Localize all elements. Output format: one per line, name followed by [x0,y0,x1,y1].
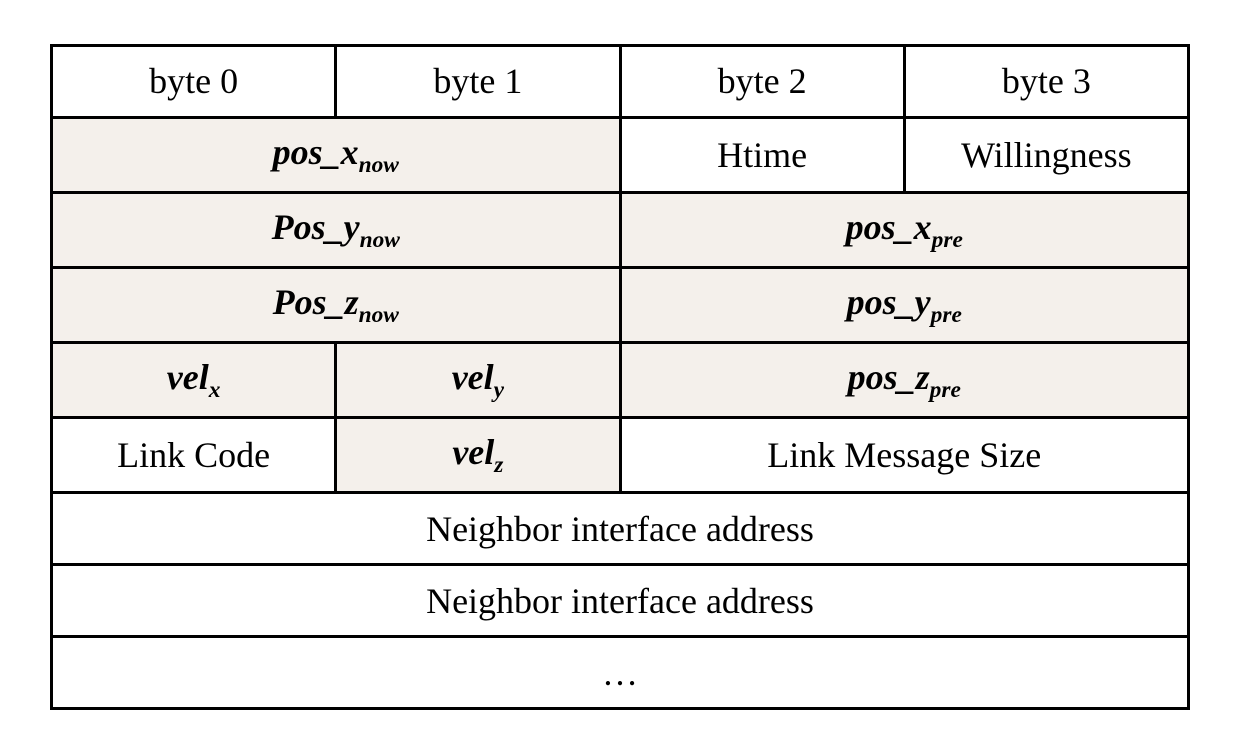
field-neighbor-address-1: Neighbor interface address [52,493,1189,565]
field-willingness: Willingness [904,117,1188,192]
row-2: Pos_ynow pos_xpre [52,192,1189,267]
field-ellipsis: … [52,637,1189,709]
header-row: byte 0 byte 1 byte 2 byte 3 [52,45,1189,117]
field-pos-z-pre: pos_zpre [620,343,1189,418]
field-pos-x-now: pos_xnow [52,117,621,192]
row-5: Link Code velz Link Message Size [52,418,1189,493]
row-1: pos_xnow Htime Willingness [52,117,1189,192]
field-vel-z: velz [336,418,620,493]
header-byte-2: byte 2 [620,45,904,117]
header-byte-3: byte 3 [904,45,1188,117]
field-pos-x-pre: pos_xpre [620,192,1189,267]
row-3: Pos_znow pos_ypre [52,267,1189,342]
row-7: Neighbor interface address [52,565,1189,637]
row-6: Neighbor interface address [52,493,1189,565]
header-byte-0: byte 0 [52,45,336,117]
field-vel-x: velx [52,343,336,418]
field-pos-y-now: Pos_ynow [52,192,621,267]
header-byte-1: byte 1 [336,45,620,117]
field-neighbor-address-2: Neighbor interface address [52,565,1189,637]
field-htime: Htime [620,117,904,192]
field-link-message-size: Link Message Size [620,418,1189,493]
row-4: velx vely pos_zpre [52,343,1189,418]
field-vel-y: vely [336,343,620,418]
packet-format-table: byte 0 byte 1 byte 2 byte 3 pos_xnow Hti… [50,44,1190,711]
field-pos-z-now: Pos_znow [52,267,621,342]
row-8: … [52,637,1189,709]
field-link-code: Link Code [52,418,336,493]
field-pos-y-pre: pos_ypre [620,267,1189,342]
